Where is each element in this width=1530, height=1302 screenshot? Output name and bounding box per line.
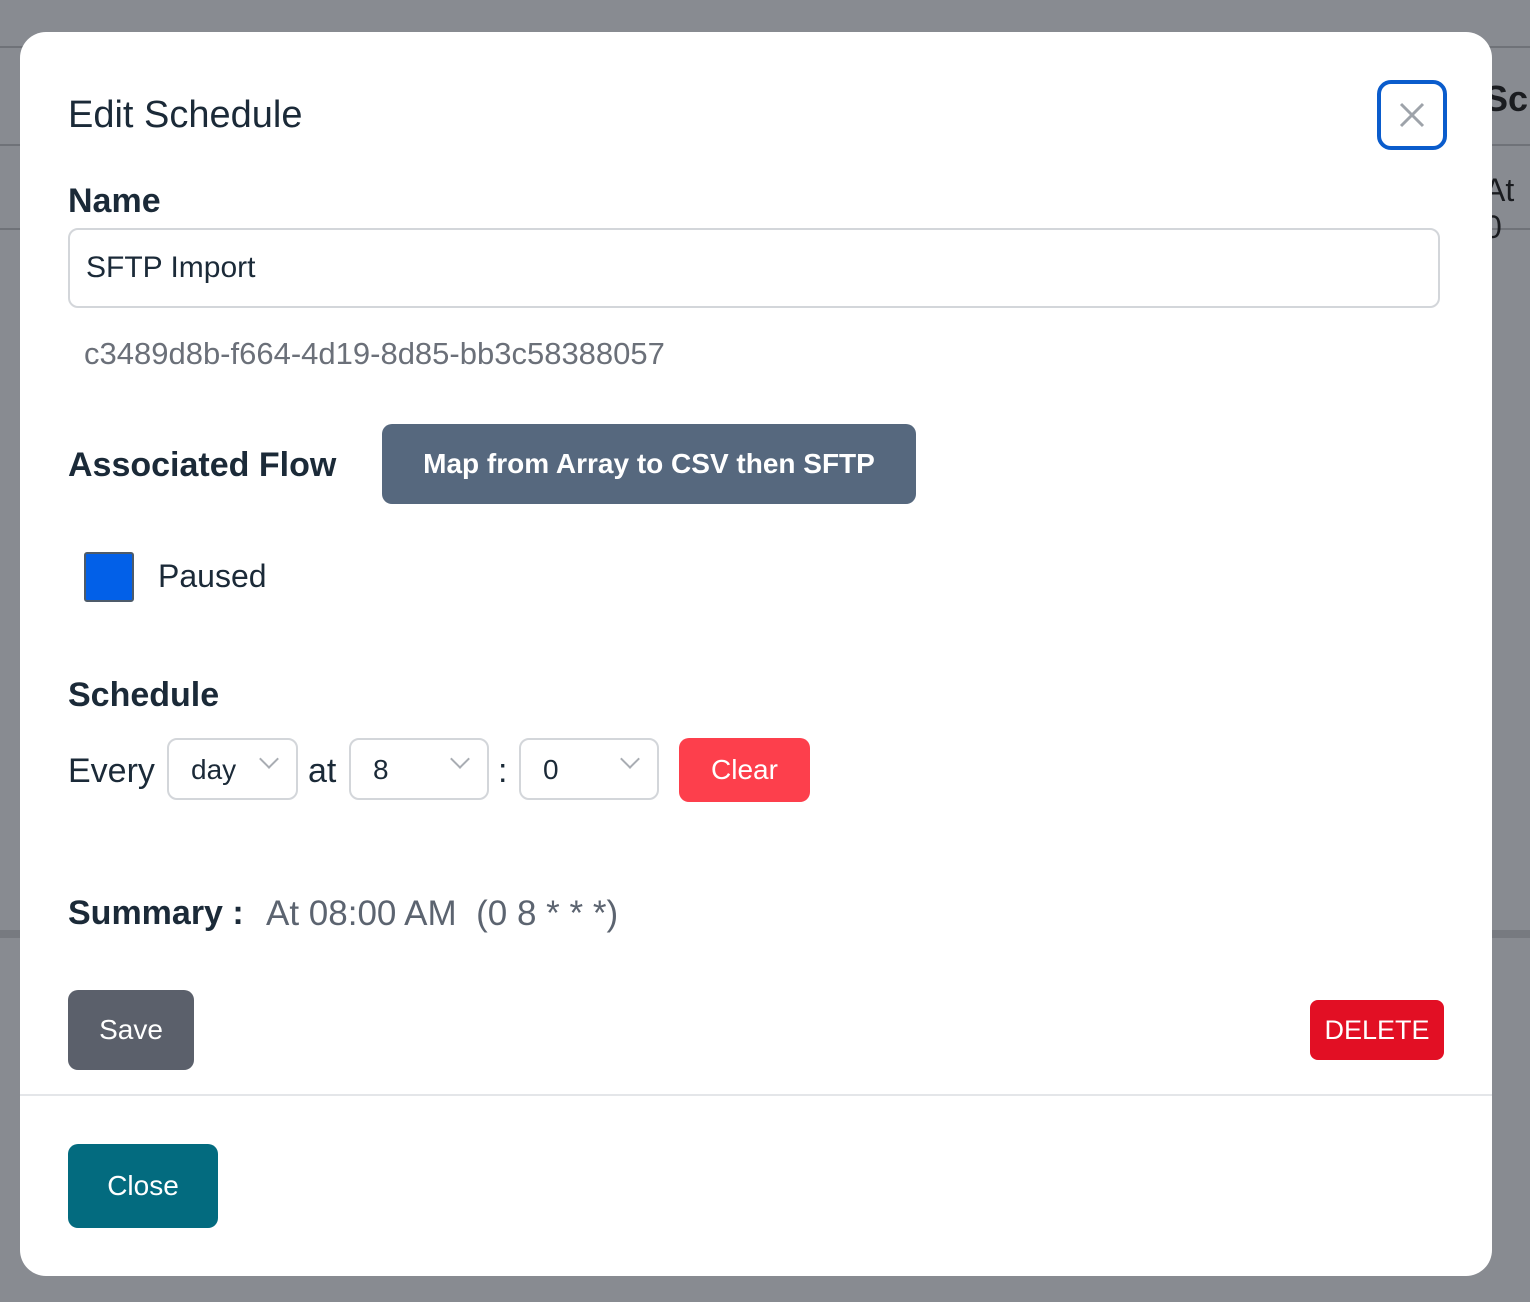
- hour-value: 8: [373, 754, 389, 785]
- paused-label: Paused: [158, 558, 267, 594]
- hour-select[interactable]: 8: [349, 738, 489, 800]
- chevron-down-icon: [259, 749, 279, 769]
- chevron-down-icon: [620, 749, 640, 769]
- summary-label: Summary :: [68, 894, 244, 932]
- close-button[interactable]: Close: [68, 1144, 218, 1228]
- save-button[interactable]: Save: [68, 990, 194, 1070]
- at-label: at: [308, 752, 337, 790]
- schedule-id: c3489d8b-f664-4d19-8d85-bb3c58388057: [84, 336, 665, 371]
- edit-schedule-modal: Edit Schedule Name c3489d8b-f664-4d19-8d…: [20, 32, 1492, 1276]
- modal-close-button[interactable]: [1377, 80, 1447, 150]
- minute-select[interactable]: 0: [519, 738, 659, 800]
- associated-flow-button[interactable]: Map from Array to CSV then SFTP: [382, 424, 916, 504]
- associated-flow-label: Associated Flow: [68, 446, 337, 484]
- every-label: Every: [68, 752, 155, 790]
- footer-divider: [20, 1094, 1492, 1096]
- modal-title: Edit Schedule: [68, 94, 303, 136]
- delete-button[interactable]: DELETE: [1310, 1000, 1444, 1060]
- chevron-down-icon: [450, 749, 470, 769]
- x-icon: [1399, 102, 1425, 128]
- name-input[interactable]: [68, 228, 1440, 308]
- name-label: Name: [68, 182, 161, 220]
- frequency-select[interactable]: day: [167, 738, 298, 800]
- schedule-label: Schedule: [68, 676, 220, 714]
- colon-separator: :: [498, 752, 508, 790]
- frequency-value: day: [191, 754, 237, 785]
- summary-value: At 08:00 AM (0 8 * * *): [266, 894, 619, 933]
- paused-checkbox[interactable]: [84, 552, 134, 602]
- clear-button[interactable]: Clear: [679, 738, 810, 802]
- minute-value: 0: [543, 754, 559, 785]
